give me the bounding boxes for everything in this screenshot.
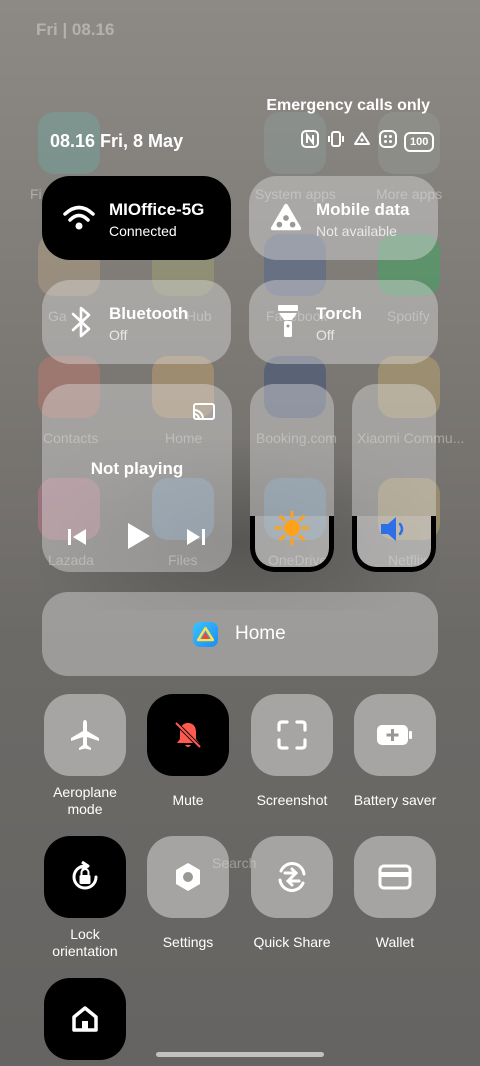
mobile-data-label: Mobile data	[316, 200, 410, 219]
next-track-icon[interactable]	[185, 526, 207, 553]
bell-off-icon	[171, 718, 205, 752]
smart-home-button[interactable]: Home	[42, 592, 438, 676]
quick-share-icon	[274, 859, 310, 895]
gesture-navigation-bar[interactable]	[156, 1052, 324, 1057]
media-status: Not playing	[90, 459, 184, 478]
brightness-sun-icon	[250, 510, 334, 546]
aeroplane-mode-label: Aeroplane mode	[53, 784, 117, 817]
nfc-icon	[300, 129, 320, 154]
play-icon[interactable]	[124, 521, 152, 556]
torch-label: Torch	[316, 304, 362, 323]
mobile-data-icon	[269, 201, 303, 235]
media-player[interactable]: Not playing	[42, 384, 232, 572]
house-icon	[72, 1006, 98, 1032]
wallet-label: Wallet	[375, 934, 415, 950]
rotation-lock-icon	[67, 859, 103, 895]
wifi-network-name: MIOffice-5G	[109, 200, 205, 219]
quick-share-toggle[interactable]	[251, 836, 333, 918]
bluetooth-label: Bluetooth	[109, 304, 189, 323]
previous-track-icon[interactable]	[66, 526, 88, 553]
volume-slider[interactable]	[352, 384, 436, 572]
battery-saver-toggle[interactable]	[354, 694, 436, 776]
data-saver-icon	[352, 129, 372, 154]
torch-status: Off	[316, 327, 335, 343]
wallet-toggle[interactable]	[354, 836, 436, 918]
aeroplane-mode-toggle[interactable]	[44, 694, 126, 776]
brightness-slider[interactable]	[250, 384, 334, 572]
bluetooth-status: Off	[109, 327, 128, 343]
bluetooth-icon	[64, 305, 98, 339]
mobile-data-tile[interactable]: Mobile data Not available	[249, 176, 438, 260]
speaker-icon	[378, 514, 410, 549]
screenshot-label: Screenshot	[256, 792, 328, 808]
system-status-icons: 100	[300, 129, 435, 154]
battery-plus-icon	[376, 722, 414, 748]
background-clock: Fri | 08.16	[36, 20, 115, 39]
wifi-icon	[62, 201, 96, 235]
settings-hex-icon	[171, 860, 205, 894]
torch-icon	[271, 304, 305, 338]
lock-orientation-toggle[interactable]	[44, 836, 126, 918]
wifi-tile[interactable]: MIOffice-5G Connected	[42, 176, 231, 260]
bluetooth-tile[interactable]: Bluetooth Off	[42, 280, 231, 364]
vibrate-icon	[326, 129, 346, 154]
mute-label: Mute	[172, 792, 204, 808]
quick-share-label: Quick Share	[253, 934, 331, 950]
mute-toggle[interactable]	[147, 694, 229, 776]
battery-saver-label: Battery saver	[353, 792, 437, 808]
screenshot-toggle[interactable]	[251, 694, 333, 776]
wifi-status: Connected	[109, 223, 177, 239]
wallet-icon	[377, 862, 413, 892]
home-shortcut-button[interactable]	[44, 978, 126, 1060]
home-app-icon	[193, 622, 218, 647]
cast-icon[interactable]	[192, 402, 216, 427]
lock-orientation-label: Lock orientation	[52, 926, 118, 959]
battery-indicator: 100	[404, 131, 435, 152]
settings-label: Settings	[162, 934, 214, 950]
screenshot-icon	[275, 718, 309, 752]
smart-home-label: Home	[235, 623, 286, 644]
airplane-icon	[68, 718, 102, 752]
mobile-data-status: Not available	[316, 223, 397, 239]
settings-toggle[interactable]	[147, 836, 229, 918]
date-time: 08.16 Fri, 8 May	[50, 131, 184, 151]
background-app-label: Fi	[30, 186, 42, 202]
network-status: Emergency calls only	[266, 97, 430, 114]
torch-tile[interactable]: Torch Off	[249, 280, 438, 364]
app-status-icon	[378, 129, 398, 154]
